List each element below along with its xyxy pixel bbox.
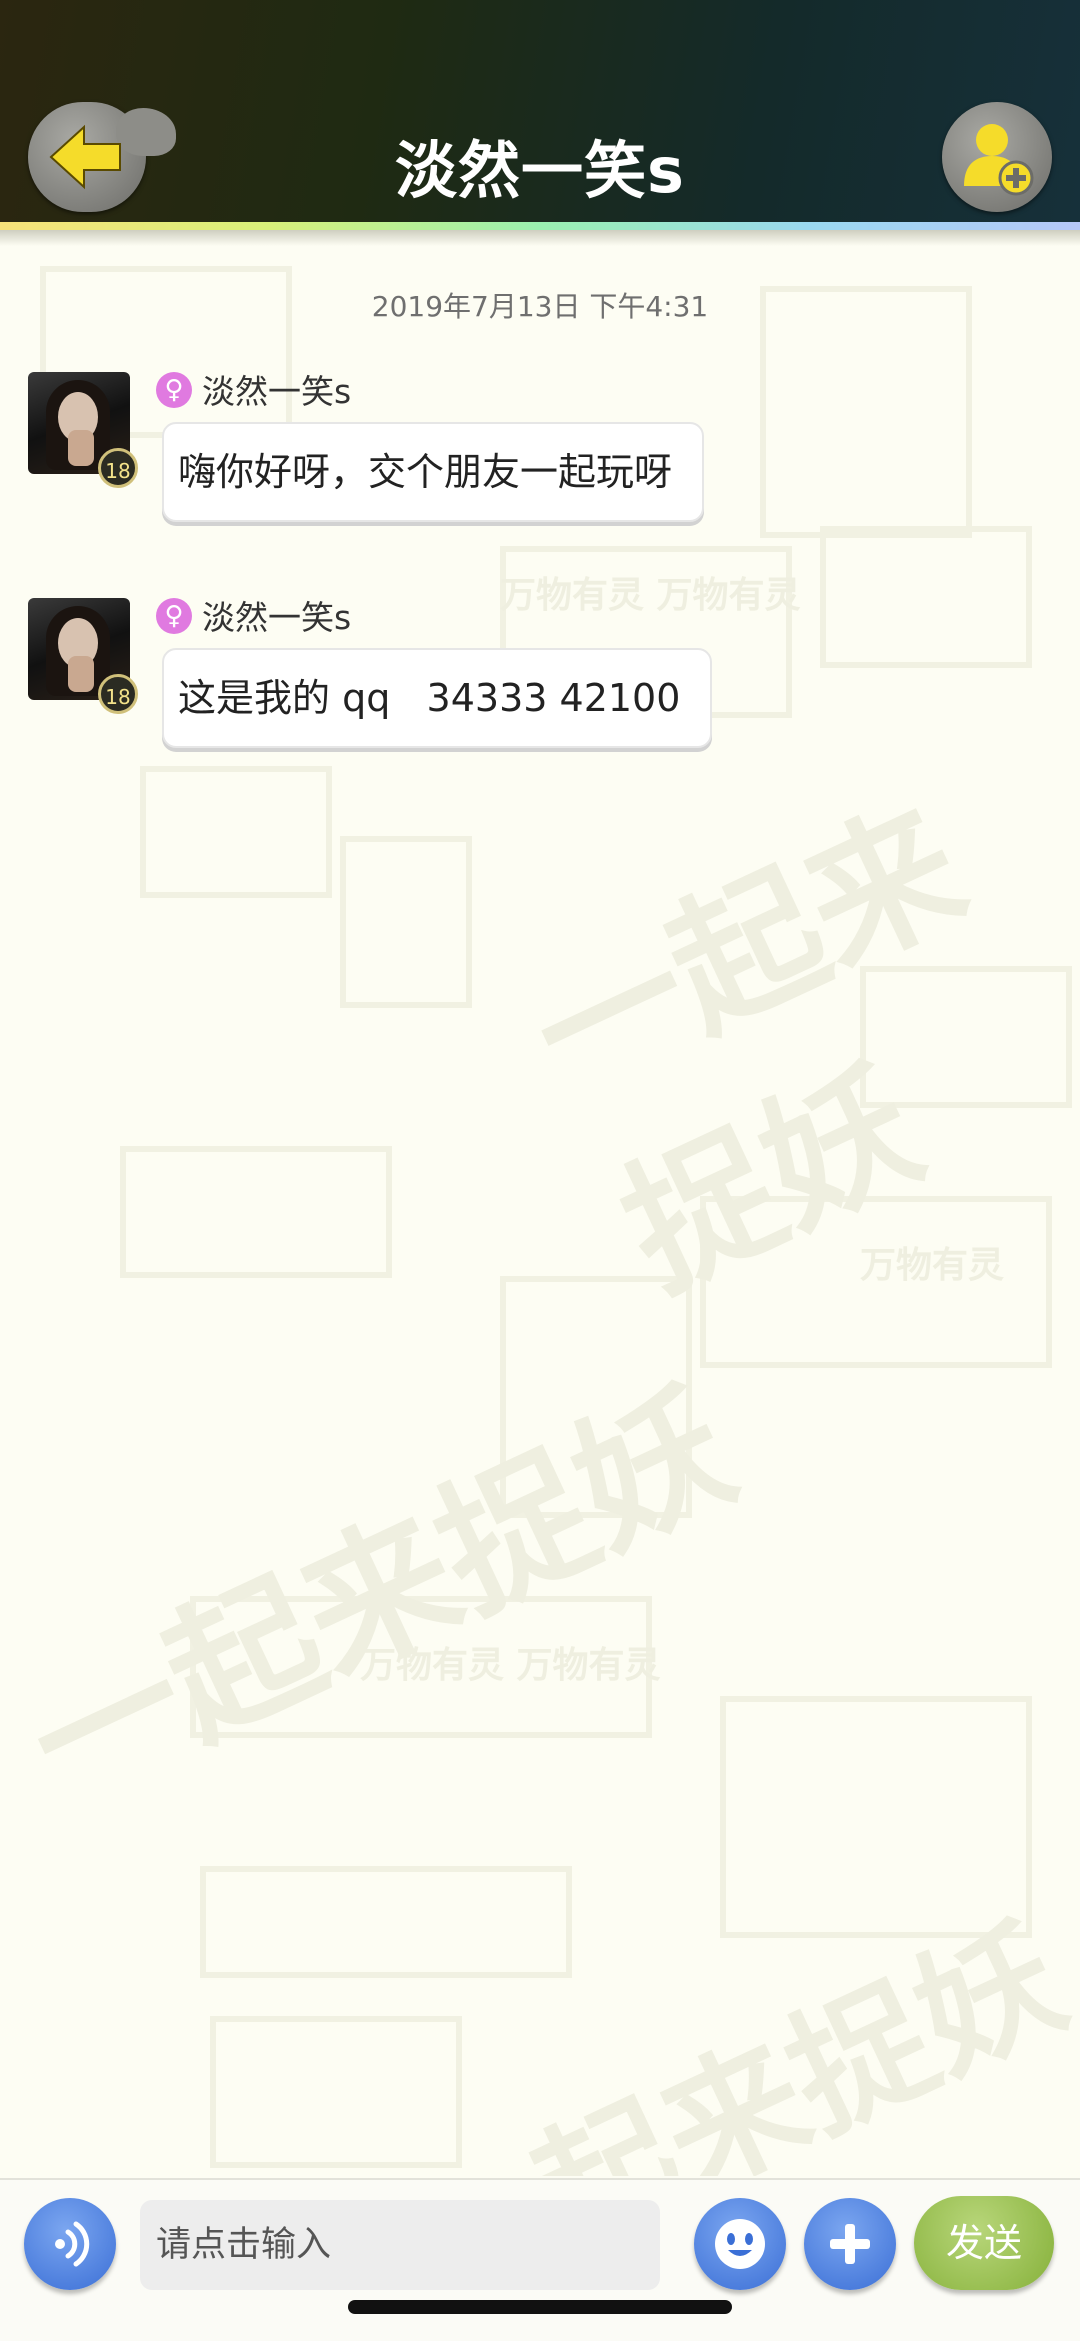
message-bubble[interactable]: 这是我的 qq 34333 42100 — [162, 648, 713, 748]
header-divider — [0, 222, 1080, 230]
voice-button[interactable] — [24, 2198, 116, 2290]
plus-icon — [830, 2224, 870, 2264]
voice-icon — [55, 2221, 90, 2267]
home-indicator — [348, 2300, 732, 2314]
message-input[interactable]: 请点击输入 — [140, 2200, 660, 2290]
level-badge: 18 — [98, 674, 138, 714]
female-icon: ♀ — [156, 372, 192, 408]
level-badge: 18 — [98, 448, 138, 488]
female-icon: ♀ — [156, 598, 192, 634]
emoji-button[interactable] — [694, 2198, 786, 2290]
input-bar: 请点击输入 发送 — [0, 2178, 1080, 2341]
add-user-icon — [964, 124, 1034, 196]
page-title: 淡然一笑s — [395, 134, 685, 207]
message-bubble[interactable]: 嗨你好呀，交个朋友一起玩呀 — [162, 422, 705, 522]
add-friend-button[interactable] — [942, 102, 1052, 212]
avatar-hand — [68, 656, 94, 692]
more-options-button[interactable] — [804, 2198, 896, 2290]
message-timestamp: 2019年7月13日 下午4:31 — [371, 290, 709, 323]
sender-name: 淡然一笑s — [202, 372, 352, 411]
sender-name: 淡然一笑s — [202, 598, 352, 637]
header-shadow — [0, 230, 1080, 246]
send-button[interactable]: 发送 — [914, 2196, 1054, 2290]
emoji-icon — [715, 2219, 765, 2269]
background-pattern: 一起来捉妖 一起来捉妖 一起来捉妖 万物有灵 万物有灵 万物有灵 万物有灵 万物… — [0, 246, 1080, 2176]
header-bar: 淡然一笑s — [0, 0, 1080, 228]
avatar-hand — [68, 430, 94, 466]
